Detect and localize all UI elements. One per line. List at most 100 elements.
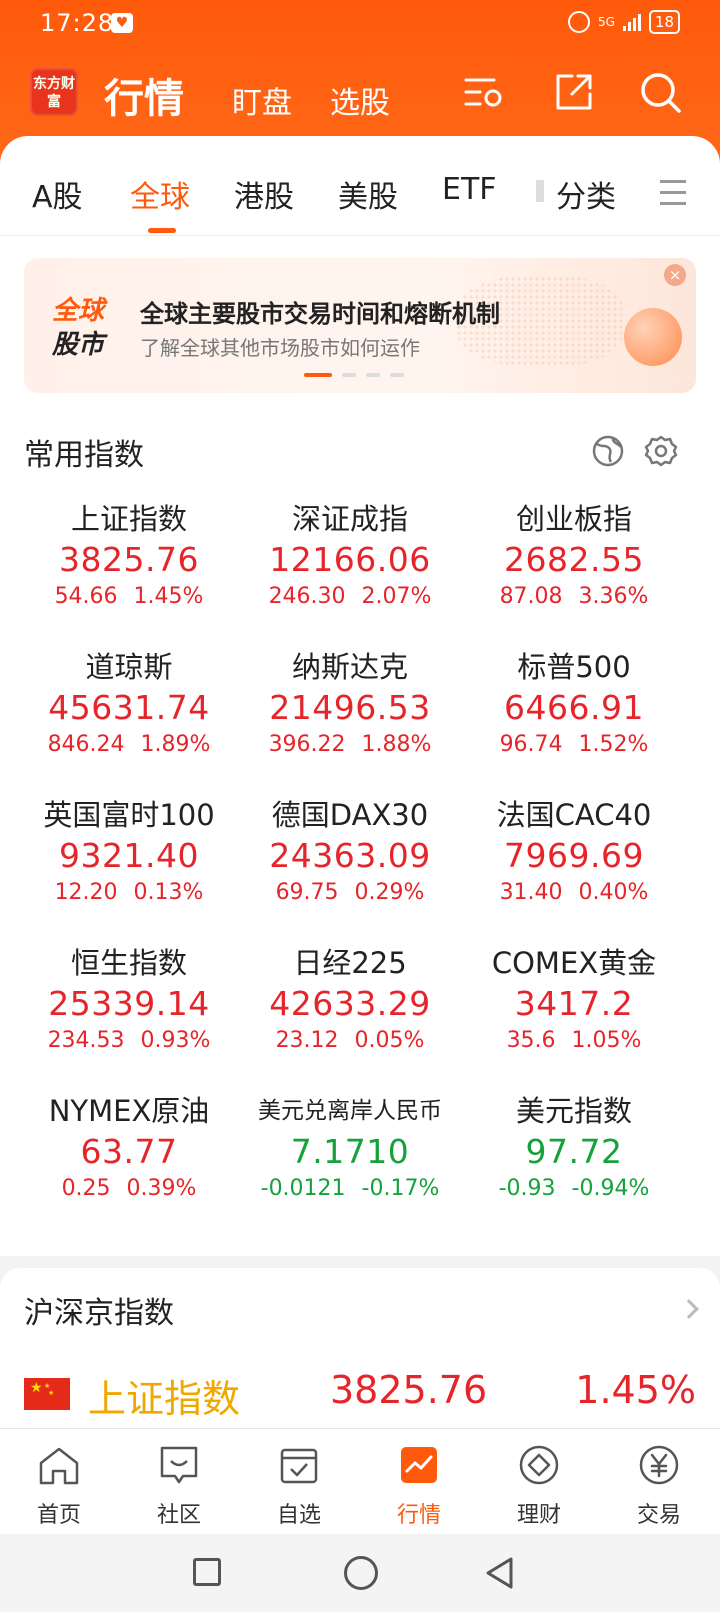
tab-global[interactable]: 全球 [130,172,190,216]
banner-title: 全球主要股市交易时间和熔断机制 [140,300,500,328]
index-change: 23.12 [275,1028,339,1053]
index-change-row: 54.66 1.45% [14,582,244,612]
tab-us[interactable]: 美股 [338,172,398,216]
nav-watchlist[interactable]: 自选 [249,1443,349,1529]
index-card[interactable]: 恒生指数 25339.14 234.53 0.93% [14,944,244,1056]
globe-icon[interactable] [591,434,625,468]
index-price: 12166.06 [269,540,431,579]
bottom-nav: 首页 社区 自选 行情 理财 交易 [0,1428,720,1534]
index-card[interactable]: COMEX黄金 3417.2 35.6 1.05% [459,944,689,1056]
index-pct: -0.94% [571,1176,650,1201]
index-card[interactable]: 上证指数 3825.76 54.66 1.45% [14,500,244,612]
index-price: 7.1710 [290,1132,410,1171]
app-logo[interactable]: 东方财富 [30,68,78,116]
index-card[interactable]: 标普500 6466.91 96.74 1.52% [459,648,689,760]
index-change-row: 246.30 2.07% [235,582,465,612]
tab-menu-icon[interactable] [660,180,686,213]
diamond-icon [519,1445,559,1485]
index-price: 42633.29 [269,984,431,1023]
gear-icon[interactable] [644,434,678,468]
share-icon[interactable] [552,70,596,114]
index-change-row: 12.20 0.13% [14,878,244,908]
index-name: 美元指数 [515,1094,632,1128]
china-flag-icon: ★ ★ ★ [24,1378,70,1410]
index-change-row: 69.75 0.29% [235,878,465,908]
index-name: 标普500 [517,650,631,684]
index-price: 7969.69 [504,836,644,875]
market-tabs: A股 全球 港股 美股 ETF 分类 [0,136,720,236]
hs-row-price: 3825.76 [330,1368,488,1412]
index-card[interactable]: 日经225 42633.29 23.12 0.05% [235,944,465,1056]
tab-hk[interactable]: 港股 [234,172,294,216]
index-change: -0.0121 [260,1176,346,1201]
index-change-row: 0.25 0.39% [14,1174,244,1204]
globe-graphic [624,308,682,366]
index-card[interactable]: 深证成指 12166.06 246.30 2.07% [235,500,465,612]
index-name: 日经225 [293,946,407,980]
index-name: 纳斯达克 [291,650,408,684]
recents-button[interactable] [193,1558,221,1586]
nav-label: 行情 [396,1503,441,1528]
index-price: 9321.40 [59,836,199,875]
nav-label: 交易 [636,1503,681,1528]
alarm-icon [567,11,590,33]
nav-link-watch[interactable]: 盯盘 [232,78,292,122]
index-change-row: -0.0121 -0.17% [235,1174,465,1204]
index-price: 45631.74 [48,688,210,727]
index-pct: 2.07% [361,584,432,609]
index-change: 96.74 [499,732,563,757]
settings-list-icon[interactable] [462,70,506,114]
index-change: 12.20 [54,880,118,905]
nav-trade[interactable]: 交易 [609,1443,709,1529]
index-name: 恒生指数 [70,946,187,980]
app-logo-text: 东方财富 [33,76,75,110]
index-pct: 0.29% [354,880,425,905]
signal-icon [622,13,641,31]
search-icon[interactable] [638,70,682,114]
tab-etf[interactable]: ETF [442,172,497,207]
index-change: 234.53 [47,1028,125,1053]
index-card[interactable]: 美元兑离岸人民币 7.1710 -0.0121 -0.17% [235,1092,465,1204]
index-pct: 0.93% [140,1028,211,1053]
index-card[interactable]: 美元指数 97.72 -0.93 -0.94% [459,1092,689,1204]
section-title-hs: 沪深京指数 [24,1296,174,1331]
index-price: 2682.55 [504,540,644,579]
index-card[interactable]: 纳斯达克 21496.53 396.22 1.88% [235,648,465,760]
index-pct: 0.13% [133,880,204,905]
nav-community[interactable]: 社区 [129,1443,229,1529]
nav-label: 社区 [156,1503,201,1528]
index-change-row: 846.24 1.89% [14,730,244,760]
index-pct: 0.05% [354,1028,425,1053]
tab-a-shares[interactable]: A股 [32,172,83,216]
index-price: 24363.09 [269,836,431,875]
status-bar: 17:28 ♥ 5G 18 [0,0,720,46]
index-pct: 1.89% [140,732,211,757]
index-pct: 1.45% [133,584,204,609]
index-card[interactable]: NYMEX原油 63.77 0.25 0.39% [14,1092,244,1204]
hs-row-name[interactable]: 上证指数 [88,1368,240,1423]
battery-level: 18 [648,10,680,34]
index-name: 美元兑离岸人民币 [258,1098,442,1124]
index-change-row: 23.12 0.05% [235,1026,465,1056]
index-card[interactable]: 道琼斯 45631.74 846.24 1.89% [14,648,244,760]
close-icon[interactable]: × [664,264,686,286]
index-card[interactable]: 创业板指 2682.55 87.08 3.36% [459,500,689,612]
nav-home[interactable]: 首页 [9,1443,109,1529]
index-pct: 0.39% [126,1176,197,1201]
nav-wealth[interactable]: 理财 [489,1443,589,1529]
index-card[interactable]: 英国富时100 9321.40 12.20 0.13% [14,796,244,908]
chat-icon [160,1446,198,1484]
tab-category[interactable]: 分类 [556,172,616,216]
index-name: 道琼斯 [85,650,173,684]
back-button[interactable] [484,1556,514,1590]
hs-index-card: 沪深京指数 ★ ★ ★ 上证指数 3825.76 1.45% [0,1268,720,1428]
banner-subtitle: 了解全球其他市场股市如何运作 [140,336,420,360]
home-button[interactable] [344,1556,378,1590]
index-change: 0.25 [61,1176,111,1201]
index-change-row: 396.22 1.88% [235,730,465,760]
index-card[interactable]: 法国CAC40 7969.69 31.40 0.40% [459,796,689,908]
index-card[interactable]: 德国DAX30 24363.09 69.75 0.29% [235,796,465,908]
chevron-right-icon[interactable] [679,1299,699,1319]
nav-market[interactable]: 行情 [369,1443,469,1529]
nav-link-screener[interactable]: 选股 [330,78,390,122]
